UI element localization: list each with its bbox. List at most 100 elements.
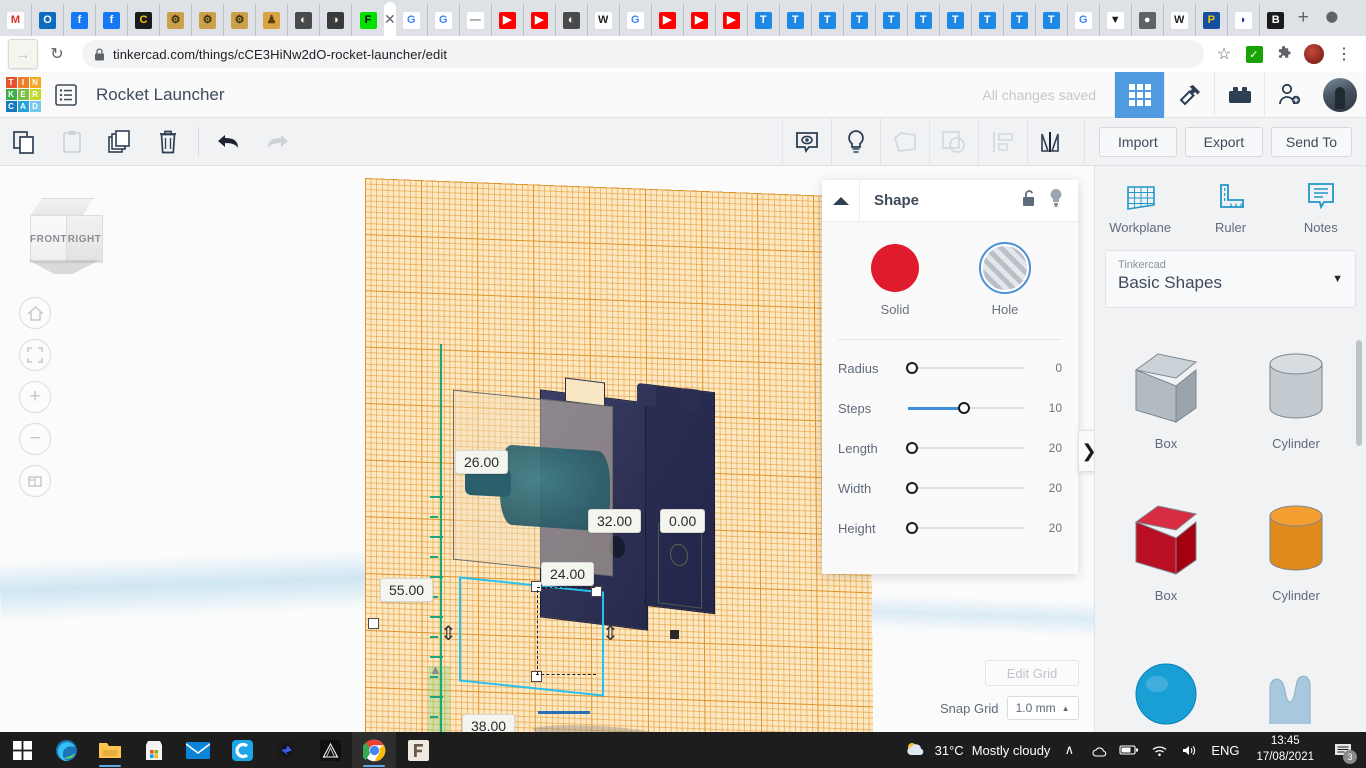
close-tab-icon[interactable]: ✕ — [384, 11, 396, 28]
view-cube[interactable]: FRONT RIGHT — [22, 198, 104, 276]
import-button[interactable]: Import — [1099, 127, 1177, 157]
extension-check-icon[interactable]: ✓ — [1240, 40, 1268, 68]
unlock-icon[interactable] — [1021, 189, 1038, 213]
height-value[interactable]: 20 — [1032, 521, 1062, 535]
browser-tab-blank[interactable]: — — [460, 4, 492, 36]
view-cube-right[interactable]: RIGHT — [66, 215, 103, 263]
onedrive-icon[interactable] — [1088, 732, 1110, 768]
browser-tab-google[interactable]: G — [428, 4, 460, 36]
dimension-offset[interactable]: 0.00 — [660, 509, 705, 533]
browser-tab-google[interactable]: G — [1068, 4, 1100, 36]
length-knob[interactable] — [906, 442, 918, 454]
browser-tab-wikipedia[interactable]: W — [588, 4, 620, 36]
browser-tab-tinkercad[interactable]: T — [748, 4, 780, 36]
view-cube-front[interactable]: FRONT — [30, 215, 67, 263]
browser-tab-bbc[interactable]: B — [1260, 4, 1292, 36]
browser-tab-chromium[interactable]: ● — [1132, 4, 1164, 36]
browser-tab-figma[interactable]: F — [352, 4, 384, 36]
browser-tab-robot[interactable]: ⚙ — [224, 4, 256, 36]
bookmark-star-icon[interactable]: ☆ — [1210, 40, 1238, 68]
dimension-arrow-width[interactable] — [538, 711, 590, 714]
collapse-panel-button[interactable] — [822, 180, 860, 222]
browser-tab-gmail[interactable]: M — [0, 4, 32, 36]
browser-tab-bird[interactable]: ◗ — [1228, 4, 1260, 36]
weather-widget[interactable]: 31°C Mostly cloudy — [905, 741, 1051, 759]
file-explorer-app[interactable] — [88, 732, 132, 768]
shape-properties-panel[interactable]: Shape SolidHole Radius0Steps10Lengt — [822, 180, 1078, 574]
browser-tab-moon[interactable]: ◑ — [320, 4, 352, 36]
browser-tab-youtube[interactable]: ▶ — [652, 4, 684, 36]
microsoft-store-app[interactable] — [132, 732, 176, 768]
browser-tab-youtube[interactable]: ▶ — [492, 4, 524, 36]
browser-tab-tinkercad[interactable]: T — [780, 4, 812, 36]
steps-slider[interactable] — [908, 400, 1024, 416]
send-to-button[interactable]: Send To — [1271, 127, 1352, 157]
forward-button[interactable]: → — [8, 39, 38, 69]
start-button[interactable] — [0, 732, 44, 768]
dimension-y-position[interactable]: 55.00 — [380, 578, 433, 602]
zoom-out-button[interactable]: − — [19, 423, 51, 455]
browser-tab-tinkercad[interactable]: T — [1036, 4, 1068, 36]
codeblocks-hammer-icon[interactable] — [1164, 72, 1214, 118]
shape-box-red[interactable]: Box — [1101, 492, 1231, 640]
blocks-view-button[interactable] — [1114, 72, 1164, 118]
chrome-menu-icon[interactable]: ⋮ — [1330, 40, 1358, 68]
browser-tab-p21[interactable]: P — [1196, 4, 1228, 36]
browser-tab-youtube[interactable]: ▶ — [716, 4, 748, 36]
paste-button[interactable] — [48, 118, 96, 166]
browser-tab-tinkercad[interactable]: T — [876, 4, 908, 36]
shape-cylinder-hole[interactable]: Cylinder — [1231, 340, 1361, 488]
user-avatar[interactable] — [1314, 72, 1366, 118]
browser-tab-outlook[interactable]: O — [32, 4, 64, 36]
shape-library-scrollbar[interactable] — [1356, 340, 1362, 446]
profile-avatar-icon[interactable] — [1300, 40, 1328, 68]
width-slider[interactable] — [908, 480, 1024, 496]
radius-slider[interactable] — [908, 360, 1024, 376]
browser-tab-google[interactable]: G — [620, 4, 652, 36]
edit-grid-button[interactable]: Edit Grid — [985, 660, 1079, 686]
chrome-app[interactable] — [352, 732, 396, 768]
volume-icon[interactable] — [1178, 732, 1200, 768]
mail-app[interactable] — [176, 732, 220, 768]
export-button[interactable]: Export — [1185, 127, 1263, 157]
view-mode-button[interactable] — [19, 465, 51, 497]
height-knob[interactable] — [906, 522, 918, 534]
active-browser-tab[interactable]: ✕ — [384, 2, 396, 36]
group-icon[interactable] — [880, 118, 929, 166]
copy-button[interactable] — [0, 118, 48, 166]
shape-library-grid[interactable]: BoxCylinderBoxCylinder — [1095, 326, 1366, 732]
tray-expand-icon[interactable]: ∧ — [1058, 732, 1080, 768]
browser-tab-youtube[interactable]: ▶ — [524, 4, 556, 36]
fit-all-button[interactable] — [19, 339, 51, 371]
radius-knob[interactable] — [906, 362, 918, 374]
browser-tab-globe[interactable]: ◐ — [288, 4, 320, 36]
zoom-in-button[interactable]: + — [19, 381, 51, 413]
notes-tool[interactable]: Notes — [1276, 166, 1366, 250]
dimension-depth[interactable]: 32.00 — [588, 509, 641, 533]
show-hide-icon[interactable] — [782, 118, 831, 166]
edge-app[interactable] — [44, 732, 88, 768]
browser-tab-tinkercad[interactable]: T — [972, 4, 1004, 36]
browser-tab-tinkercad[interactable]: T — [1004, 4, 1036, 36]
shape-box-hole[interactable]: Box — [1101, 340, 1231, 488]
selection-handle-right[interactable] — [670, 630, 679, 639]
minimize-button[interactable]: − — [1355, 0, 1366, 32]
notification-center-button[interactable]: 3 — [1328, 732, 1358, 768]
browser-tab-vector[interactable]: ▼ — [1100, 4, 1132, 36]
tinkercad-logo[interactable]: TINKERCAD — [0, 72, 46, 118]
wifi-icon[interactable] — [1148, 732, 1170, 768]
fusion-app[interactable] — [396, 732, 440, 768]
height-slider[interactable] — [908, 520, 1024, 536]
browser-tab-person[interactable]: ♟ — [256, 4, 288, 36]
rotate-handle-left[interactable]: ⇕ — [440, 621, 457, 646]
view-cube-top[interactable] — [30, 198, 94, 216]
address-bar[interactable]: tinkercad.com/things/cCE3HiNw2dO-rocket-… — [82, 40, 1204, 68]
browser-tab-coursera[interactable]: C — [128, 4, 160, 36]
reload-button[interactable]: ↻ — [42, 39, 72, 69]
selection-handle-left[interactable] — [368, 618, 379, 629]
length-value[interactable]: 20 — [1032, 441, 1062, 455]
delete-button[interactable] — [144, 118, 192, 166]
shape-cylinder-orange[interactable]: Cylinder — [1231, 492, 1361, 640]
redo-button[interactable] — [253, 118, 301, 166]
browser-tab-wikipedia[interactable]: W — [1164, 4, 1196, 36]
